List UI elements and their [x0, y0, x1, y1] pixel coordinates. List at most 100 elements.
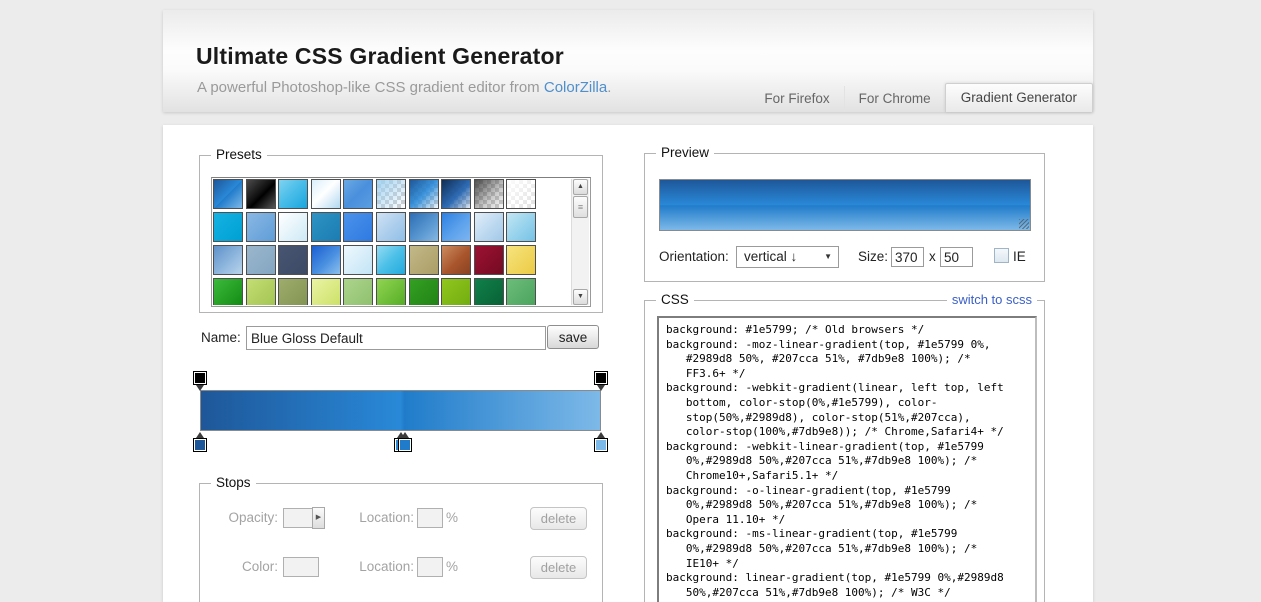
subtitle-text: A powerful Photoshop-like CSS gradient e…: [197, 79, 544, 96]
preset-swatch-30[interactable]: [506, 245, 537, 275]
css-code-output[interactable]: background: #1e5799; /* Old browsers */ …: [657, 316, 1037, 602]
preset-swatch-25[interactable]: [343, 245, 374, 275]
preset-swatch-9[interactable]: [473, 179, 504, 209]
preset-swatch-31[interactable]: [213, 278, 243, 305]
preset-swatch-3[interactable]: [278, 179, 309, 209]
delete-opacity-stop-button[interactable]: delete: [530, 507, 587, 530]
opacity-location-label: Location:: [359, 510, 414, 525]
preset-swatch-22[interactable]: [245, 245, 276, 275]
stop-swatch: [594, 438, 608, 452]
name-input[interactable]: [246, 326, 546, 350]
preset-swatch-5[interactable]: [343, 179, 374, 209]
color-location-label: Location:: [359, 559, 414, 574]
switch-to-scss-link[interactable]: switch to scss: [946, 292, 1037, 307]
presets-scrollbar[interactable]: ▲ ≡ ▼: [571, 179, 589, 305]
preset-swatch-20[interactable]: [506, 212, 537, 242]
preset-swatch-40[interactable]: [506, 278, 537, 305]
orientation-select[interactable]: vertical ↓ ▼: [736, 246, 839, 268]
ie-checkbox[interactable]: [994, 248, 1009, 263]
preset-swatch-24[interactable]: [310, 245, 341, 275]
css-legend: CSS: [656, 292, 694, 307]
preset-swatch-12[interactable]: [245, 212, 276, 242]
presets-legend: Presets: [211, 147, 267, 162]
preset-swatch-21[interactable]: [213, 245, 243, 275]
preset-swatch-39[interactable]: [473, 278, 504, 305]
preset-swatch-34[interactable]: [310, 278, 341, 305]
preset-swatch-35[interactable]: [343, 278, 374, 305]
height-input[interactable]: [940, 247, 973, 267]
css-panel: CSS switch to scss background: #1e5799; …: [644, 292, 1045, 602]
size-x-label: x: [929, 249, 936, 264]
preset-swatch-26[interactable]: [375, 245, 406, 275]
preset-swatch-29[interactable]: [473, 245, 504, 275]
save-button[interactable]: save: [547, 325, 599, 349]
stop-swatch: [193, 438, 207, 452]
name-label: Name:: [201, 330, 241, 345]
page-title: Ultimate CSS Gradient Generator: [196, 43, 564, 69]
opacity-stop-handle-2[interactable]: [594, 371, 608, 391]
preset-swatch-4[interactable]: [310, 179, 341, 209]
orientation-label: Orientation:: [659, 249, 729, 264]
stops-legend: Stops: [211, 475, 256, 490]
colorzilla-link[interactable]: ColorZilla: [544, 79, 607, 96]
ie-label: IE: [1013, 249, 1026, 264]
resize-grip-icon[interactable]: [1019, 219, 1029, 229]
preset-swatch-23[interactable]: [278, 245, 309, 275]
presets-box: ▲ ≡ ▼: [211, 177, 591, 307]
page-subtitle: A powerful Photoshop-like CSS gradient e…: [197, 79, 611, 96]
opacity-dropdown-icon[interactable]: ▶: [312, 507, 325, 529]
color-location-input[interactable]: [417, 557, 443, 577]
stops-panel: Stops Opacity: ▶ Location: % delete Colo…: [199, 475, 603, 602]
preset-swatch-16[interactable]: [375, 212, 406, 242]
width-input[interactable]: [891, 247, 924, 267]
opacity-stop-handle-1[interactable]: [193, 371, 207, 391]
header-tabs: For Firefox For Chrome Gradient Generator: [750, 83, 1093, 112]
preset-swatch-15[interactable]: [343, 212, 374, 242]
color-stop-handle-3[interactable]: [397, 432, 412, 452]
preset-swatch-17[interactable]: [408, 212, 439, 242]
presets-viewport: [213, 179, 541, 305]
color-stop-handle-4[interactable]: [594, 432, 608, 452]
chevron-down-icon: ▼: [824, 252, 832, 261]
preset-swatch-38[interactable]: [441, 278, 472, 305]
preset-swatch-13[interactable]: [278, 212, 309, 242]
opacity-input[interactable]: [283, 508, 313, 528]
preset-swatch-14[interactable]: [310, 212, 341, 242]
preset-swatch-2[interactable]: [245, 179, 276, 209]
gradient-generator-app: Ultimate CSS Gradient Generator A powerf…: [0, 0, 1261, 602]
delete-color-stop-button[interactable]: delete: [530, 556, 587, 579]
preset-swatch-33[interactable]: [278, 278, 309, 305]
preset-swatch-6[interactable]: [375, 179, 406, 209]
preset-swatch-8[interactable]: [441, 179, 472, 209]
scroll-down-icon[interactable]: ▼: [573, 289, 588, 305]
scrollbar-thumb[interactable]: ≡: [573, 196, 588, 218]
color-percent-label: %: [446, 559, 459, 574]
preset-swatch-32[interactable]: [245, 278, 276, 305]
color-input[interactable]: [283, 557, 319, 577]
size-label: Size:: [858, 249, 889, 264]
stop-pointer-icon: [597, 385, 605, 391]
opacity-label: Opacity:: [228, 510, 278, 525]
preset-swatch-37[interactable]: [408, 278, 439, 305]
preset-swatch-11[interactable]: [213, 212, 243, 242]
subtitle-period: .: [607, 79, 612, 96]
opacity-location-input[interactable]: [417, 508, 443, 528]
preset-swatch-27[interactable]: [408, 245, 439, 275]
preset-swatch-36[interactable]: [375, 278, 406, 305]
stop-pointer-icon: [196, 385, 204, 391]
preset-swatch-19[interactable]: [473, 212, 504, 242]
tab-gradient-generator[interactable]: Gradient Generator: [944, 83, 1093, 112]
color-stop-handle-1[interactable]: [193, 432, 207, 452]
scroll-up-icon[interactable]: ▲: [573, 179, 588, 195]
gradient-editor-bar[interactable]: [200, 390, 601, 431]
stop-swatch: [193, 371, 207, 385]
tab-for-chrome[interactable]: For Chrome: [843, 86, 945, 112]
preset-swatch-28[interactable]: [441, 245, 472, 275]
preset-swatch-18[interactable]: [441, 212, 472, 242]
opacity-percent-label: %: [446, 510, 459, 525]
preset-swatch-10[interactable]: [506, 179, 537, 209]
tab-for-firefox[interactable]: For Firefox: [750, 86, 843, 112]
orientation-value: vertical ↓: [744, 249, 798, 264]
preset-swatch-7[interactable]: [408, 179, 439, 209]
preset-swatch-1[interactable]: [213, 179, 243, 209]
